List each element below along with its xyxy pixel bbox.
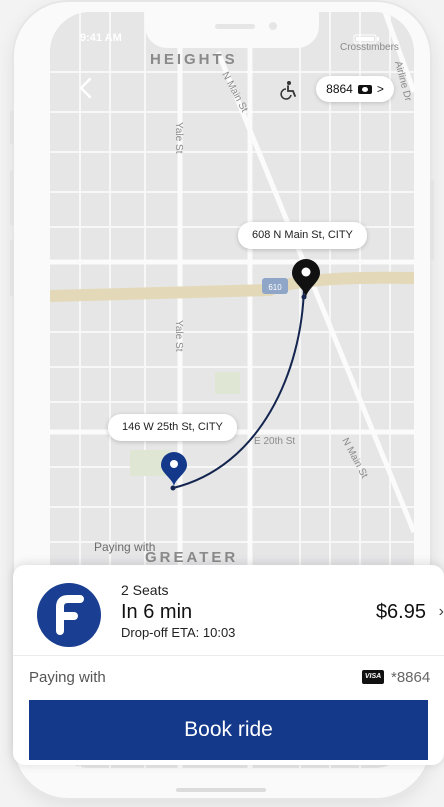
volume-up-button	[10, 170, 14, 226]
speaker-grille	[215, 24, 255, 29]
power-button	[430, 180, 434, 260]
mute-switch	[10, 110, 14, 144]
provider-logo	[37, 583, 101, 647]
pickup-eta: In 6 min	[121, 601, 193, 623]
origin-pin-icon[interactable]	[159, 451, 189, 487]
park-area	[215, 372, 240, 394]
map-paying-with-label: Paying with	[94, 540, 156, 554]
card-number[interactable]: *8864	[391, 669, 430, 686]
fare-card-pill[interactable]: 8864 >	[316, 76, 394, 102]
destination-pin-icon[interactable]	[290, 258, 322, 298]
phone-notch	[145, 12, 319, 48]
map-label-yale-top: Yale St	[173, 122, 184, 154]
ride-price[interactable]: $6.95	[376, 601, 426, 624]
back-chevron-icon[interactable]	[76, 76, 96, 100]
battery-icon	[353, 34, 379, 44]
home-indicator	[176, 788, 266, 792]
paying-with-label: Paying with	[29, 669, 106, 686]
ride-summary-sheet: 2 Seats In 6 min Drop-off ETA: 10:03 $6.…	[13, 565, 444, 765]
map-label-e20th: E 20th St	[254, 436, 295, 447]
chevron-right-icon[interactable]: ›	[439, 603, 444, 621]
f-logo-icon	[56, 595, 84, 635]
fare-card-number: 8864	[326, 82, 353, 96]
map-label-greater: GREATER	[145, 549, 238, 566]
status-time: 9:41 AM	[80, 32, 122, 44]
map-label-heights: HEIGHTS	[150, 51, 238, 68]
transit-card-icon	[357, 84, 372, 94]
visa-card-icon[interactable]: VISA	[362, 670, 384, 684]
divider	[13, 655, 444, 656]
volume-down-button	[10, 240, 14, 296]
book-ride-button[interactable]: Book ride	[29, 700, 428, 760]
seat-count: 2 Seats	[121, 582, 169, 598]
chevron-right-icon: >	[376, 82, 384, 96]
map-label-yale-mid: Yale St	[173, 320, 184, 352]
wheelchair-icon[interactable]	[278, 80, 298, 100]
destination-callout[interactable]: 608 N Main St, CITY	[238, 222, 367, 249]
origin-callout[interactable]: 146 W 25th St, CITY	[108, 414, 237, 441]
front-camera	[269, 22, 277, 30]
dropoff-eta: Drop-off ETA: 10:03	[121, 625, 236, 640]
interstate-label: 610	[268, 283, 282, 292]
